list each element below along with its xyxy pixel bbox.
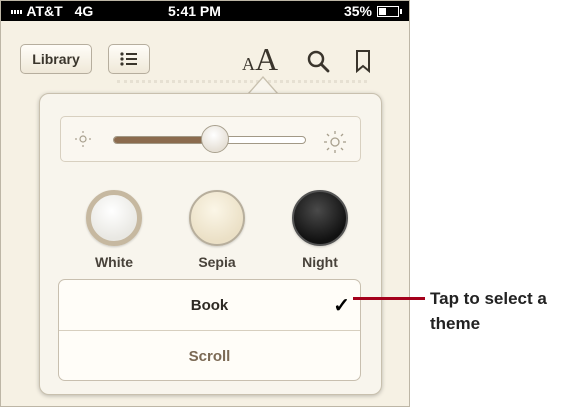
search-icon [306,49,330,73]
signal-icon [11,10,13,15]
reading-mode-list: Book ✓ Scroll [58,279,361,381]
battery-status: 35% [343,3,402,19]
theme-label-sepia: Sepia [198,254,236,270]
checkmark-icon: ✓ [333,295,350,317]
brightness-control [60,116,361,162]
book-mode-option[interactable]: Book ✓ [59,280,360,330]
callout-line [353,297,425,300]
carrier-name: AT&T [26,3,63,19]
table-of-contents-button[interactable] [108,44,150,74]
battery-percent: 35% [343,3,372,19]
status-time: 5:41 PM [168,3,221,19]
scroll-mode-label: Scroll [188,347,231,365]
search-button[interactable] [306,49,330,73]
sepia-swatch[interactable] [189,190,245,246]
theme-label-white: White [94,254,134,270]
popover-arrow-inner [249,78,277,94]
bookmark-button[interactable] [354,49,372,73]
bookmark-icon [354,49,372,73]
status-bar: AT&T 4G 5:41 PM 35% [1,1,409,21]
sun-low-icon [75,131,91,152]
book-mode-label: Book [190,296,229,314]
theme-night[interactable]: Night [280,190,360,270]
ibooks-screen: AT&T 4G 5:41 PM 35% Library AA White Sep… [0,0,410,407]
brightness-fill [114,137,216,143]
brightness-slider-thumb[interactable] [201,125,230,153]
font-size-button[interactable]: AA [242,41,278,78]
scroll-mode-option[interactable]: Scroll [59,330,360,380]
list-icon [119,50,139,68]
theme-options: White Sepia Night [74,190,360,270]
callout-text: Tap to select a theme [430,289,547,333]
library-button[interactable]: Library [20,44,92,74]
theme-white[interactable]: White [74,190,154,270]
font-size-small-icon: A [242,54,255,74]
theme-sepia[interactable]: Sepia [177,190,257,270]
theme-label-night: Night [302,254,338,270]
night-swatch[interactable] [292,190,348,246]
sun-high-icon [324,131,346,158]
font-size-large-icon: A [255,41,279,77]
network-type: 4G [74,3,94,19]
carrier-info: AT&T 4G [11,3,93,19]
battery-icon [377,5,402,17]
theme-settings-popover: White Sepia Night Book ✓ Scroll [39,93,382,395]
reader-toolbar: Library AA [1,21,409,83]
white-swatch[interactable] [86,190,142,246]
